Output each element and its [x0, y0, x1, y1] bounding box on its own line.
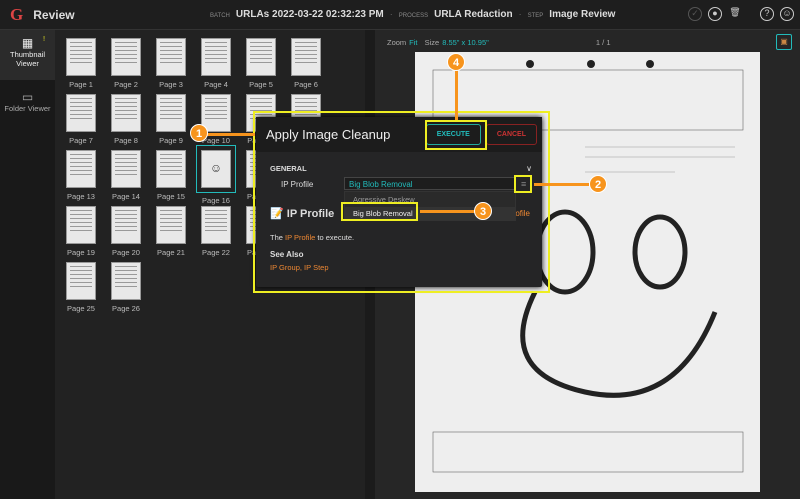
trash-icon[interactable]: 🗑 [728, 7, 742, 21]
thumbnail-label: Page 16 [202, 196, 230, 205]
arrow-4 [455, 68, 458, 120]
size-value: 8.55" x 10.95" [442, 38, 489, 47]
thumbnail[interactable] [246, 38, 276, 76]
page-count: / 1 [602, 38, 611, 47]
user-icon[interactable]: ☺ [780, 7, 794, 21]
thumbnail-label: Page 7 [69, 136, 93, 145]
thumbnail[interactable] [201, 206, 231, 244]
batch-value: URLAs 2022-03-22 02:32:23 PM [235, 9, 384, 20]
thumbnail-label: Page 15 [157, 192, 185, 201]
thumbnail[interactable] [156, 38, 186, 76]
highlight-execute [425, 120, 487, 150]
thumbnail[interactable] [66, 206, 96, 244]
sidebar-item-label: Folder Viewer [4, 104, 51, 113]
sidebar: ▦ Thumbnail Viewer ! ▭ Folder Viewer [0, 30, 55, 499]
folder-icon: ▭ [21, 90, 34, 104]
thumbnail[interactable] [291, 38, 321, 76]
thumbnail[interactable] [111, 38, 141, 76]
thumbnail-label: Page 3 [159, 80, 183, 89]
alert-icon: ! [43, 34, 46, 43]
thumbnail[interactable] [111, 150, 141, 188]
check-icon[interactable]: ✓ [688, 7, 702, 21]
thumbnail-label: Page 14 [112, 192, 140, 201]
record-icon[interactable]: ● [708, 7, 722, 21]
step-label: STEP [527, 13, 544, 19]
step-value: Image Review [549, 9, 616, 20]
thumbnail-label: Page 21 [157, 248, 185, 257]
app-title: Review [33, 7, 75, 22]
thumbnail-label: Page 22 [202, 248, 230, 257]
thumbnail[interactable] [66, 38, 96, 76]
thumbnail[interactable] [66, 262, 96, 300]
thumbnail-label: Page 9 [159, 136, 183, 145]
thumbnail[interactable] [156, 150, 186, 188]
thumbnail-label: Page 5 [249, 80, 273, 89]
image-icon-button[interactable]: ▣ [776, 34, 792, 50]
thumbnail[interactable] [66, 94, 96, 132]
thumbnail-label: Page 4 [204, 80, 228, 89]
thumbnail[interactable]: ☺ [196, 145, 236, 193]
callout-3: 3 [474, 202, 492, 220]
thumbnail-label: Page 6 [294, 80, 318, 89]
top-bar: G Review BATCH URLAs 2022-03-22 02:32:23 … [0, 0, 800, 30]
thumbnail-label: Page 1 [69, 80, 93, 89]
callout-1: 1 [190, 124, 208, 142]
page-number: 1 [595, 38, 601, 47]
help-icon[interactable]: ? [760, 7, 774, 21]
callout-2: 2 [589, 175, 607, 193]
thumbnail-label: Page 25 [67, 304, 95, 313]
highlight-list-icon [514, 175, 532, 193]
size-label: Size [424, 38, 440, 47]
thumbnail-label: Page 13 [67, 192, 95, 201]
process-label: PROCESS [398, 13, 429, 19]
thumbnail-label: Page 2 [114, 80, 138, 89]
arrow-1 [205, 133, 255, 136]
sidebar-item-folder-viewer[interactable]: ▭ Folder Viewer [0, 80, 55, 113]
sidebar-item-label: Thumbnail Viewer [9, 50, 46, 68]
breadcrumb: BATCH URLAs 2022-03-22 02:32:23 PM · PROCE… [210, 9, 616, 20]
thumbnail[interactable] [111, 94, 141, 132]
callout-4: 4 [447, 53, 465, 71]
thumbnail-label: Page 26 [112, 304, 140, 313]
batch-label: BATCH [210, 13, 230, 19]
thumbnail-label: Page 20 [112, 248, 140, 257]
thumbnail[interactable] [66, 150, 96, 188]
thumbnail-label: Page 19 [67, 248, 95, 257]
highlight-option [341, 202, 418, 221]
thumbnail[interactable] [111, 206, 141, 244]
sidebar-item-thumbnail-viewer[interactable]: ▦ Thumbnail Viewer ! [0, 30, 55, 80]
thumbnail[interactable] [156, 94, 186, 132]
thumbnail[interactable] [111, 262, 141, 300]
thumbnail-label: Page 8 [114, 136, 138, 145]
zoom-value[interactable]: Fit [409, 38, 417, 47]
app-logo: G [10, 4, 24, 24]
grid-icon: ▦ [21, 36, 34, 50]
arrow-3 [420, 210, 475, 213]
zoom-label: Zoom [387, 38, 407, 47]
thumbnail[interactable] [156, 206, 186, 244]
arrow-2 [534, 183, 589, 186]
thumbnail[interactable] [201, 38, 231, 76]
process-value: URLA Redaction [434, 9, 513, 20]
